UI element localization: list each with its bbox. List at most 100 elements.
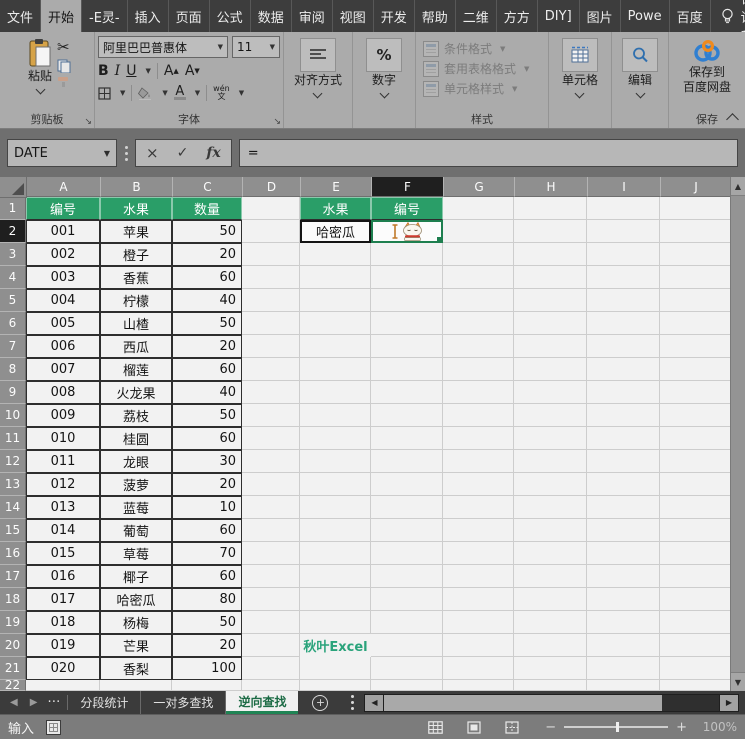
cell-B1[interactable]: 水果: [100, 197, 172, 220]
ribbon-tab-数据[interactable]: 数据: [251, 0, 292, 32]
ribbon-tab-页面[interactable]: 页面: [169, 0, 210, 32]
row-header-5[interactable]: 5: [0, 289, 26, 312]
cell-F17[interactable]: [371, 565, 443, 588]
column-header-F[interactable]: F: [372, 177, 444, 197]
cell-B14[interactable]: 蓝莓: [100, 496, 172, 519]
save-to-baidu-button[interactable]: 保存到 百度网盘: [679, 36, 735, 96]
sheet-prev-button[interactable]: ◀: [10, 697, 18, 708]
cell-F8[interactable]: [371, 358, 443, 381]
normal-view-button[interactable]: [428, 721, 443, 734]
cell-H9[interactable]: [514, 381, 587, 404]
paste-button[interactable]: 粘贴: [23, 36, 57, 95]
cell-D21[interactable]: [242, 657, 300, 680]
cell-I15[interactable]: [587, 519, 660, 542]
cell-F9[interactable]: [371, 381, 443, 404]
cell-D12[interactable]: [242, 450, 300, 473]
grow-font-button[interactable]: A▲: [164, 63, 179, 79]
cell-I19[interactable]: [587, 611, 660, 634]
conditional-formatting-button[interactable]: 条件格式▼: [423, 40, 505, 57]
cell-G3[interactable]: [443, 243, 514, 266]
ribbon-tab-开发[interactable]: 开发: [374, 0, 415, 32]
row-header-13[interactable]: 13: [0, 473, 26, 496]
cell-A9[interactable]: 008: [26, 381, 100, 404]
cell-I20[interactable]: [587, 634, 660, 657]
cell-C18[interactable]: 80: [172, 588, 242, 611]
scroll-up-button[interactable]: ▲: [731, 177, 745, 196]
cell-J22[interactable]: [660, 680, 731, 691]
cell-E6[interactable]: [300, 312, 371, 335]
column-header-C[interactable]: C: [173, 177, 243, 197]
cell-B2[interactable]: 苹果: [100, 220, 172, 243]
cell-J2[interactable]: [660, 220, 731, 243]
cell-A21[interactable]: 020: [26, 657, 100, 680]
cell-C9[interactable]: 40: [172, 381, 242, 404]
borders-dropdown-icon[interactable]: ▼: [120, 89, 125, 97]
cell-J9[interactable]: [660, 381, 731, 404]
cell-G13[interactable]: [443, 473, 514, 496]
cell-H2[interactable]: [514, 220, 587, 243]
cell-A7[interactable]: 006: [26, 335, 100, 358]
new-sheet-button[interactable]: +: [298, 691, 342, 714]
cell-E22[interactable]: [300, 680, 371, 691]
cell-I11[interactable]: [587, 427, 660, 450]
bold-button[interactable]: B: [98, 63, 109, 79]
cell-D16[interactable]: [242, 542, 300, 565]
cell-H22[interactable]: [514, 680, 587, 691]
fill-color-button[interactable]: [138, 87, 153, 100]
cell-H1[interactable]: [514, 197, 587, 220]
cell-G17[interactable]: [443, 565, 514, 588]
row-header-16[interactable]: 16: [0, 542, 26, 565]
ribbon-tab-插入[interactable]: 插入: [128, 0, 169, 32]
cell-D6[interactable]: [242, 312, 300, 335]
cell-D7[interactable]: [242, 335, 300, 358]
macro-record-button[interactable]: [46, 720, 61, 735]
scroll-right-button[interactable]: ▶: [719, 694, 739, 712]
ribbon-tab-方方[interactable]: 方方: [497, 0, 538, 32]
cell-A17[interactable]: 016: [26, 565, 100, 588]
cell-H4[interactable]: [514, 266, 587, 289]
cell-F22[interactable]: [371, 680, 443, 691]
cell-D15[interactable]: [242, 519, 300, 542]
clipboard-dialog-launcher[interactable]: ↘: [84, 117, 92, 127]
cell-H21[interactable]: [514, 657, 587, 680]
zoom-slider[interactable]: − +: [545, 720, 687, 735]
cell-G8[interactable]: [443, 358, 514, 381]
cell-J21[interactable]: [660, 657, 731, 680]
zoom-thumb[interactable]: [616, 722, 619, 732]
cell-J1[interactable]: [660, 197, 731, 220]
cell-H11[interactable]: [514, 427, 587, 450]
cell-D5[interactable]: [242, 289, 300, 312]
cell-C1[interactable]: 数量: [172, 197, 242, 220]
cell-G1[interactable]: [443, 197, 514, 220]
format-as-table-button[interactable]: 套用表格格式▼: [423, 60, 529, 77]
cell-H13[interactable]: [514, 473, 587, 496]
cut-button[interactable]: ✂: [57, 38, 71, 56]
cell-B21[interactable]: 香梨: [100, 657, 172, 680]
cell-C10[interactable]: 50: [172, 404, 242, 427]
cell-G22[interactable]: [443, 680, 514, 691]
cell-D3[interactable]: [242, 243, 300, 266]
cell-C21[interactable]: 100: [172, 657, 242, 680]
sheet-tab-一对多查找[interactable]: 一对多查找: [141, 691, 226, 714]
cell-F16[interactable]: [371, 542, 443, 565]
cell-B10[interactable]: 荔枝: [100, 404, 172, 427]
scroll-left-button[interactable]: ◀: [364, 694, 384, 712]
cell-B12[interactable]: 龙眼: [100, 450, 172, 473]
cell-I21[interactable]: [587, 657, 660, 680]
ribbon-tab-视图[interactable]: 视图: [333, 0, 374, 32]
cell-D10[interactable]: [242, 404, 300, 427]
ribbon-tab-帮助[interactable]: 帮助: [415, 0, 456, 32]
insert-function-button[interactable]: fx: [206, 145, 220, 161]
cell-D8[interactable]: [242, 358, 300, 381]
cell-J3[interactable]: [660, 243, 731, 266]
row-header-20[interactable]: 20: [0, 634, 26, 657]
cell-H7[interactable]: [514, 335, 587, 358]
cell-H12[interactable]: [514, 450, 587, 473]
cell-A3[interactable]: 002: [26, 243, 100, 266]
cell-E7[interactable]: [300, 335, 371, 358]
cell-I5[interactable]: [587, 289, 660, 312]
cell-H20[interactable]: [514, 634, 587, 657]
cell-H10[interactable]: [514, 404, 587, 427]
column-header-I[interactable]: I: [588, 177, 661, 197]
cell-B15[interactable]: 葡萄: [100, 519, 172, 542]
